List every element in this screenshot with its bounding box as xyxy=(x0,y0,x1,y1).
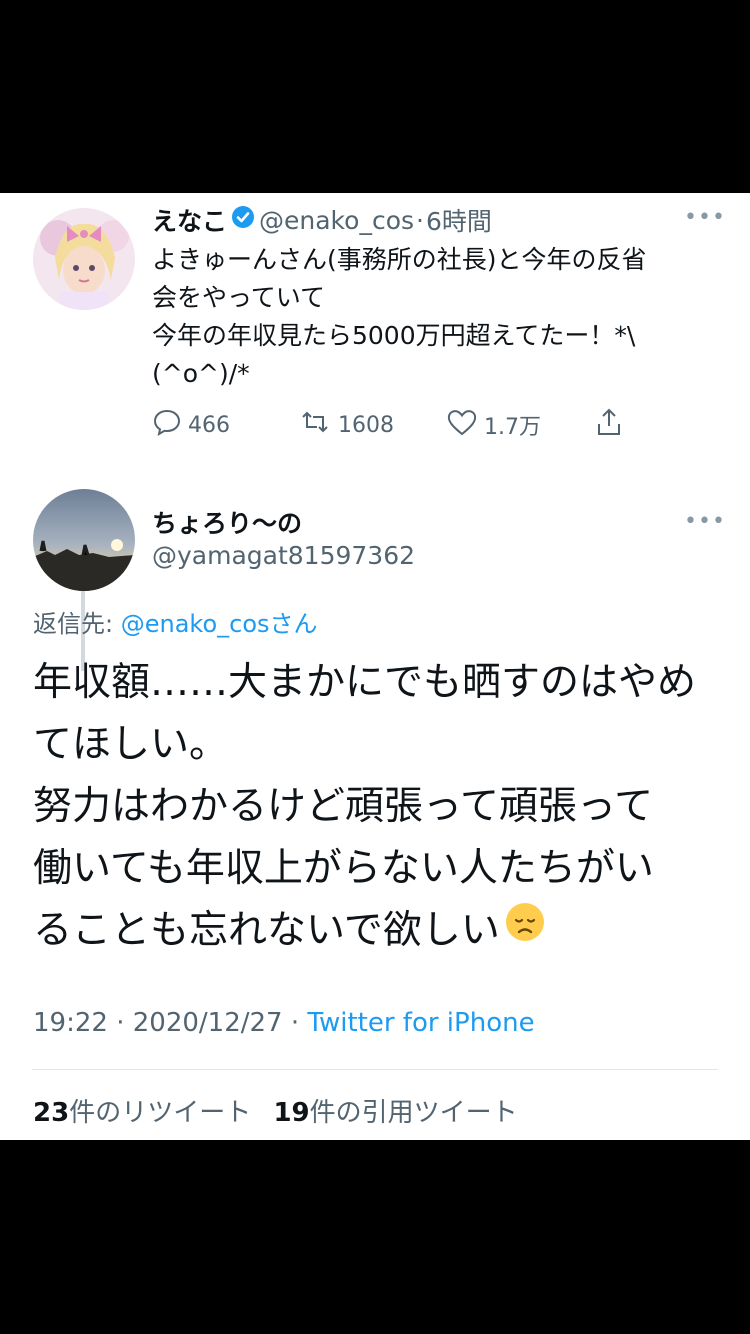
reply-tweet-line: 働いても年収上がらない人たちがい xyxy=(33,846,654,891)
disappointed-face-icon xyxy=(504,900,546,962)
retweets-stat[interactable]: 23件のリツイート xyxy=(33,1098,251,1128)
enako-display-name[interactable]: えなこ xyxy=(152,202,227,238)
reply-tweet-line: てほしい。 xyxy=(33,722,229,767)
retweets-label: 件のリツイート xyxy=(69,1098,252,1128)
tweet-time-ago[interactable]: 6時間 xyxy=(426,202,492,238)
reply-to-suffix[interactable]: さん xyxy=(270,610,318,638)
reply-tweet-text: 年収額……大まかにでも晒すのはやめ てほしい。 努力はわかるけど頑張って頑張って… xyxy=(33,652,723,962)
parent-more-options-icon[interactable]: ••• xyxy=(684,205,726,230)
reply-to-handle-link[interactable]: @enako_cos xyxy=(121,610,270,638)
parent-tweet-text: よきゅーんさん(事務所の社長)と今年の反省 会をやっていて 今年の年収見たら50… xyxy=(152,241,722,393)
tweet-detail-view: えなこ @enako_cos · 6時間 ••• よきゅーんさん(事務所の社長)… xyxy=(0,193,750,1140)
enako-handle[interactable]: @enako_cos xyxy=(259,206,414,235)
retweets-count: 23 xyxy=(33,1098,70,1128)
share-button[interactable] xyxy=(594,407,624,443)
retweet-count: 1608 xyxy=(338,412,394,438)
enako-avatar[interactable] xyxy=(33,208,135,310)
reply-button[interactable]: 466 xyxy=(152,407,230,443)
timestamp-separator: · xyxy=(107,1008,133,1038)
reply-tweet-line: ることも忘れないで欲しい xyxy=(33,908,500,953)
reply-tweet-line-last: ることも忘れないで欲しい xyxy=(33,900,723,962)
share-icon xyxy=(594,407,624,443)
retweet-button[interactable]: 1608 xyxy=(298,407,394,443)
client-link[interactable]: Twitter for iPhone xyxy=(307,1008,534,1038)
yamagat-handle[interactable]: @yamagat81597362 xyxy=(152,541,415,570)
parent-tweet-line: 会をやっていて xyxy=(152,283,326,312)
verified-badge-icon xyxy=(231,205,255,235)
reply-count: 466 xyxy=(188,412,230,438)
reply-to-prefix: 返信先: xyxy=(33,610,121,638)
heart-icon xyxy=(446,407,478,443)
reply-more-options-icon[interactable]: ••• xyxy=(684,509,726,534)
tweet-date[interactable]: 2020/12/27 xyxy=(133,1008,283,1038)
parent-tweet-line: (^o^)/* xyxy=(152,359,250,388)
timestamp-separator: · xyxy=(282,1008,308,1038)
yamagat-avatar[interactable] xyxy=(33,489,135,591)
header-separator: · xyxy=(416,205,424,235)
quotes-count: 19 xyxy=(273,1098,310,1128)
reply-tweet-line: 年収額……大まかにでも晒すのはやめ xyxy=(33,660,697,705)
reply-icon xyxy=(152,407,182,443)
like-count: 1.7万 xyxy=(484,415,541,440)
tweet-stats-row: 23件のリツイート 19件の引用ツイート xyxy=(33,1092,518,1129)
tweet-time[interactable]: 19:22 xyxy=(33,1008,108,1038)
parent-tweet-actions: 466 1608 1.7万 xyxy=(152,407,632,441)
tweet-timestamp-line: 19:22 · 2020/12/27 · Twitter for iPhone xyxy=(33,1008,535,1038)
parent-tweet-header: えなこ @enako_cos · 6時間 xyxy=(152,203,492,237)
parent-tweet-line: 今年の年収見たら5000万円超えてたー！*\ xyxy=(152,321,636,350)
quotes-label: 件の引用ツイート xyxy=(309,1098,518,1128)
stats-divider xyxy=(32,1069,718,1070)
yamagat-display-name[interactable]: ちょろり〜の xyxy=(152,504,302,540)
reply-to-line: 返信先: @enako_cosさん xyxy=(33,604,318,639)
reply-tweet-line: 努力はわかるけど頑張って頑張って xyxy=(33,784,654,829)
quotes-stat[interactable]: 19件の引用ツイート xyxy=(273,1098,517,1128)
parent-tweet-line: よきゅーんさん(事務所の社長)と今年の反省 xyxy=(152,245,647,274)
retweet-icon xyxy=(298,407,332,443)
like-button[interactable]: 1.7万 xyxy=(446,407,541,443)
